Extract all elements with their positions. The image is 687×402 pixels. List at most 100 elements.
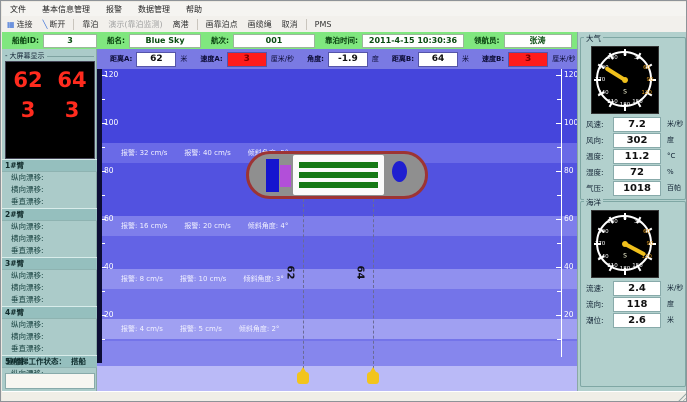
axis-tick-label: 60 [564,214,574,223]
gauge-south-label: S [623,253,627,260]
alarm-value-box: 3 [508,52,548,67]
toolbar-button-离港[interactable]: 离港 [168,18,194,31]
axis-tick [102,75,106,76]
drift-row: 纵向漂移: [2,221,97,233]
weather-rows: 风速:7.2米/秒风向:302度温度:11.2°C湿度:72%气压:1018百帕 [581,116,685,196]
gauge-number: 330 [607,219,618,225]
gauge-number: 300 [598,229,609,235]
gauge-number: 270 [595,241,606,247]
drift-row: 纵向漂移: [2,270,97,282]
toolbar-button-取消[interactable]: 取消 [277,18,303,31]
info-field-2: 航次: 001 [211,34,315,48]
sensor-row: 潮位:2.6 米 [581,312,685,328]
axis-tick [102,291,105,292]
axis-tick [556,75,561,76]
menu-item-2[interactable]: 报警 [98,4,130,15]
drift-row: 横向漂移: [2,233,97,245]
sensor-value-box: 2.4 [613,281,661,296]
distance-b-label: 64 [354,266,365,280]
info-field-input[interactable]: 2011-4-15 10:30:36 [362,34,464,48]
toolbar-button-断开[interactable]: ╲断开 [38,18,71,31]
info-field-input[interactable]: 张涛 [504,34,572,48]
alarm-speed-1: 报警: 16 cm/s [121,221,167,231]
toolbar-button-连接[interactable]: ▦连接 [2,18,38,31]
toolbar-button-PMS[interactable]: PMS [310,18,337,31]
distance-b-value: 64 [57,68,86,92]
disconnect-icon: ╲ [43,20,48,29]
gauge-number: 30 [634,219,641,225]
sensor-unit: 米/秒 [667,119,683,129]
measurement-bar: 距离A:62米速度A:3厘米/秒角度:-1.9度距离B:64米速度B:3厘米/秒 [97,49,577,69]
axis-tick-label: 40 [564,262,574,271]
gauge-number: 330 [607,55,618,61]
ocean-groupbox: 海洋 0306090120150180210240270300330S 流速:2… [580,201,686,387]
info-field-4: 领航员: 张涛 [474,34,572,48]
drift-row: 垂直漂移: [2,245,97,257]
big-display-title: 大屏幕显示 [10,51,45,61]
value-box: 62 [136,52,176,67]
menu-item-3[interactable]: 数据管理 [130,4,178,15]
info-field-label: 领航员: [474,35,500,46]
gangway-status: 登船梯工作状态： 搭船 [2,356,101,367]
arm-section-header[interactable]: 2#臂 [2,208,97,221]
deck-stripe [299,182,378,188]
sensor-value-box: 7.2 [613,117,661,132]
right-panel: 大气 0306090120150180210240270300330S 风速:7… [577,32,687,391]
sensor-unit: % [667,168,674,176]
axis-tick [102,99,105,100]
app-window: 文件基本信息管理报警数据管理帮助 ▦连接╲断开靠泊演示(靠泊监测) 离港 画靠泊点画… [0,0,687,402]
gauge-number: 90 [647,77,654,83]
alarm-speed-1: 报警: 4 cm/s [121,324,163,334]
gauge-number: 60 [643,229,650,235]
measure-unit: 厘米/秒 [552,54,575,64]
toolbar-button-画缆绳[interactable]: 画缆绳 [243,18,277,31]
arm-section-1: 1#臂纵向漂移:横向漂移:垂直漂移: [2,159,97,208]
sensor-label: 温度: [581,151,613,162]
menu-item-4[interactable]: 帮助 [178,4,210,15]
axis-tick [557,195,561,196]
menu-item-0[interactable]: 文件 [2,4,34,15]
arm-section-header[interactable]: 3#臂 [2,257,97,270]
arm-section-header[interactable]: 1#臂 [2,159,97,172]
ocean-title: 海洋 [584,197,603,208]
info-field-input[interactable]: Blue Sky [129,34,201,48]
arm-section-4: 4#臂纵向漂移:横向漂移:垂直漂移: [2,306,97,355]
sensor-label: 流速: [581,283,613,294]
toolbar: ▦连接╲断开靠泊演示(靠泊监测) 离港 画靠泊点画缆绳取消 PMS [2,16,686,33]
left-panel-input[interactable] [5,373,95,389]
drift-row: 垂直漂移: [2,343,97,355]
alarm-band: 报警: 4 cm/s报警: 5 cm/s倾斜角度: 2° [97,319,577,339]
toolbar-button-label: 演示(靠泊监测) [108,19,162,30]
status-bar [2,391,687,402]
measure-label: 速度B: [482,54,504,64]
info-field-input[interactable]: 001 [233,34,315,48]
resize-grip-icon[interactable] [676,392,686,402]
info-field-input[interactable]: 3 [43,34,97,48]
measure-field-2: 角度:-1.9度 [307,52,379,67]
toolbar-button-靠泊[interactable]: 靠泊 [77,18,103,31]
sensor-value-box: 2.6 [613,313,661,328]
sensor-unit: 度 [667,135,674,145]
measure-label: 距离B: [392,54,414,64]
ship-bow-tank [392,161,407,182]
value-box: -1.9 [328,52,368,67]
info-field-label: 航次: [211,35,229,46]
toolbar-button-label: 画靠泊点 [206,19,238,30]
measure-field-4: 速度B: 3 厘米/秒 [482,52,576,67]
toolbar-button-label: 靠泊 [82,19,98,30]
alarm-angle: 倾斜角度: 4° [248,221,289,231]
dock-band [97,366,577,391]
axis-tick [102,195,105,196]
menu-item-1[interactable]: 基本信息管理 [34,4,98,15]
arm-section-header[interactable]: 4#臂 [2,306,97,319]
sensor-unit: 度 [667,299,674,309]
toolbar-button-画靠泊点[interactable]: 画靠泊点 [201,18,243,31]
info-field-label: 船名: [107,35,125,46]
sensor-label: 潮位: [581,315,613,326]
toolbar-separator [197,19,198,30]
axis-tick [556,315,561,316]
sensor-unit: 米 [667,315,674,325]
gauge-south-label: S [623,89,627,96]
axis-tick-label: 80 [564,166,574,175]
alarm-speed-1: 报警: 32 cm/s [121,148,167,158]
